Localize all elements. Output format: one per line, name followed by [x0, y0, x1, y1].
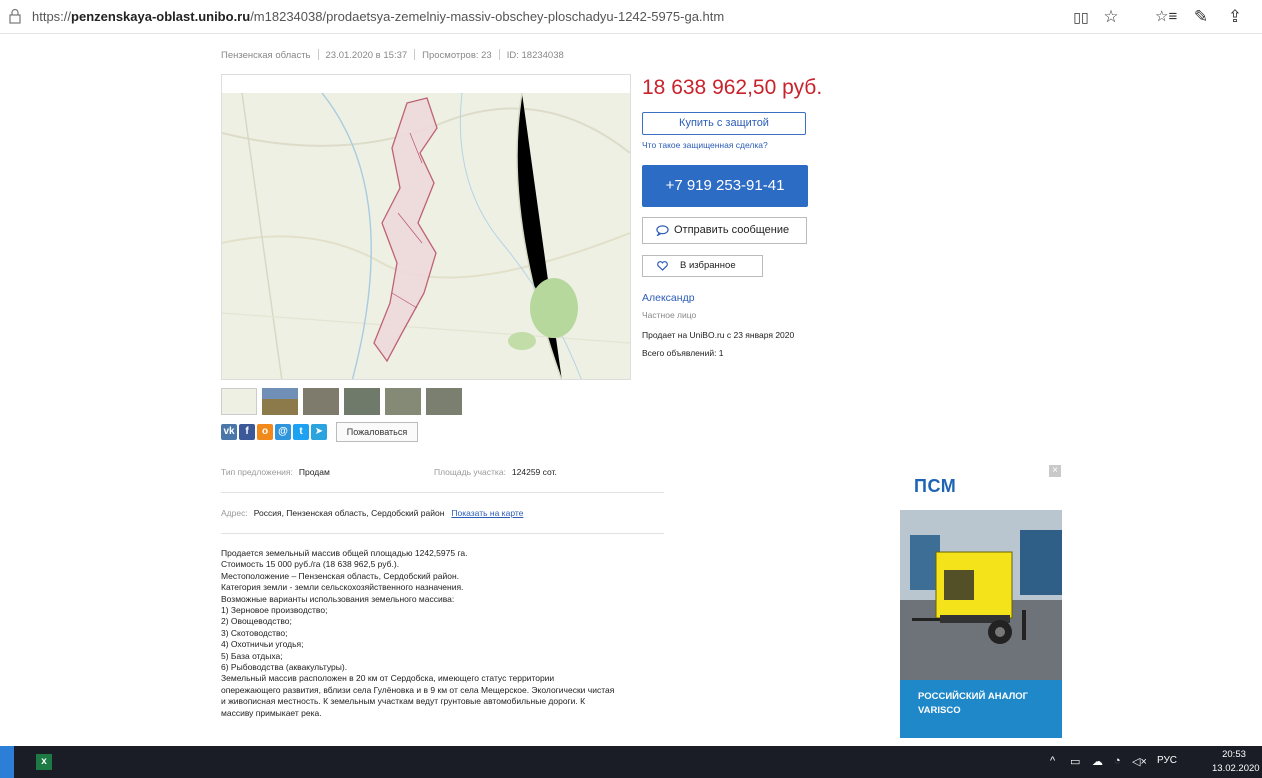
wifi-icon[interactable]: ◔	[1114, 755, 1121, 767]
telegram-icon[interactable]: ➤	[311, 424, 327, 440]
ad-line-1: РОССИЙСКИЙ АНАЛОГ	[918, 691, 1029, 702]
offer-type-label: Тип предложения:	[221, 467, 293, 477]
language-indicator[interactable]: РУС	[1157, 755, 1177, 766]
address-value: Россия, Пензенская область, Сердобский р…	[253, 508, 445, 518]
ad-logo: ПСМ	[914, 476, 957, 496]
clock-date: 13.02.2020	[1212, 763, 1260, 774]
url-field[interactable]: https://penzenskaya-oblast.unibo.ru/m182…	[32, 9, 724, 24]
offer-type-value: Продам	[298, 467, 330, 477]
seller-listing-count: Всего объявлений: 1	[642, 348, 724, 358]
seller-type: Частное лицо	[642, 310, 697, 320]
ad-header: ПСМ	[900, 464, 1062, 510]
thumbnail-photo[interactable]	[344, 388, 380, 415]
thumbnail-map[interactable]	[221, 388, 257, 415]
area-row: Площадь участка: 124259 сот.	[434, 467, 557, 477]
share-icon[interactable]: ⇪	[1224, 6, 1246, 28]
send-message-label: Отправить сообщение	[674, 224, 790, 236]
meta-date: 23.01.2020 в 15:37	[325, 50, 408, 61]
description-line: Стоимость 15 000 руб./га (18 638 962,5 р…	[221, 559, 400, 570]
description-line: опережающего развития, вблизи села Гулён…	[221, 684, 615, 695]
vk-icon[interactable]: vk	[221, 424, 237, 440]
ad-banner[interactable]: ПСМ × РОССИЙСКИЙ АНАЛОГ VARISCO	[900, 464, 1062, 738]
onedrive-icon[interactable]: ☁	[1092, 755, 1103, 768]
description-line: массиву примыкает река.	[221, 707, 322, 718]
description-line: 1) Зерновое производство;	[221, 605, 328, 616]
ad-text: РОССИЙСКИЙ АНАЛОГ VARISCO	[918, 690, 1028, 718]
divider	[221, 533, 664, 534]
start-button[interactable]	[0, 746, 14, 778]
safe-deal-link[interactable]: Что такое защищенная сделка?	[642, 140, 768, 150]
address-row: Адрес: Россия, Пензенская область, Сердоб…	[221, 508, 523, 518]
area-label: Площадь участка:	[434, 467, 506, 477]
favorite-label: В избранное	[680, 260, 736, 271]
thumbnail-photo[interactable]	[262, 388, 298, 415]
send-message-button[interactable]: Отправить сообщение	[642, 217, 807, 244]
lock-icon	[9, 8, 21, 24]
clock[interactable]: 20:53 13.02.2020	[1212, 748, 1260, 776]
buy-protected-button[interactable]: Купить с защитой	[642, 112, 806, 135]
seller-since: Продает на UniBO.ru с 23 января 2020	[642, 330, 795, 340]
meta-region: Пензенская область	[221, 50, 311, 61]
battery-icon[interactable]: ▭	[1070, 755, 1080, 768]
thumbnail-photo[interactable]	[426, 388, 462, 415]
twitter-icon[interactable]: t	[293, 424, 309, 440]
chat-bubble-icon	[656, 225, 669, 236]
close-icon[interactable]: ×	[1049, 465, 1061, 477]
show-on-map-link[interactable]: Показать на карте	[451, 508, 523, 518]
description-line: и живописная местность. К земельным учас…	[221, 696, 586, 707]
taskbar: x ^ ▭ ☁ ◔ ◁× РУС 20:53 13.02.2020	[0, 746, 1262, 778]
tray-chevron-icon[interactable]: ^	[1050, 755, 1055, 767]
clock-time: 20:53	[1222, 749, 1246, 760]
description-line: 5) База отдыха;	[221, 650, 283, 661]
seller-name[interactable]: Александр	[642, 292, 695, 304]
description-line: Категория земли - земли сельскохозяйстве…	[221, 582, 464, 593]
thumbnail-photo[interactable]	[385, 388, 421, 415]
address-label: Адрес:	[221, 508, 248, 518]
map-image	[222, 93, 630, 379]
area-value: 124259 сот.	[511, 467, 557, 477]
excel-icon[interactable]: x	[36, 754, 52, 770]
meta-views: Просмотров: 23	[422, 50, 492, 61]
divider	[221, 492, 664, 493]
description-line: Продается земельный массив общей площадь…	[221, 548, 468, 558]
description: Продается земельный массив общей площадь…	[221, 548, 681, 719]
description-line: 2) Овощеводство;	[221, 616, 292, 627]
favorites-list-icon[interactable]: ☆≡	[1155, 6, 1177, 28]
description-line: Местоположение – Пензенская область, Сер…	[221, 570, 460, 581]
price: 18 638 962,50 руб.	[642, 76, 823, 99]
odnoklassniki-icon[interactable]: о	[257, 424, 273, 440]
add-favorite-button[interactable]: В избранное	[642, 255, 763, 277]
moimir-icon[interactable]: @	[275, 424, 291, 440]
pen-notes-icon[interactable]: ✎	[1190, 6, 1212, 28]
complain-button[interactable]: Пожаловаться	[336, 422, 418, 442]
listing-meta: Пензенская область 23.01.2020 в 15:37 Прос…	[221, 49, 564, 61]
thumbnail-photo[interactable]	[303, 388, 339, 415]
description-line: Земельный массив расположен в 20 км от С…	[221, 673, 555, 684]
description-line: Возможные варианты использования земельн…	[221, 593, 455, 604]
heart-icon	[657, 261, 668, 271]
description-line: 4) Охотничьи угодья;	[221, 639, 304, 650]
ad-line-2: VARISCO	[918, 705, 961, 716]
description-line: 6) Рыбоводства (аквакультуры).	[221, 662, 348, 673]
volume-icon[interactable]: ◁×	[1132, 755, 1147, 768]
offer-type-row: Тип предложения: Продам	[221, 467, 330, 477]
description-line: 3) Скотоводство;	[221, 627, 288, 638]
browser-address-bar: https://penzenskaya-oblast.unibo.ru/m182…	[0, 0, 1262, 34]
meta-id: ID: 18234038	[506, 50, 564, 61]
star-favorite-icon[interactable]: ☆	[1100, 6, 1122, 28]
reading-view-icon[interactable]: ▯▯	[1070, 6, 1092, 28]
main-photo[interactable]	[221, 74, 631, 380]
ad-product-image	[900, 510, 1062, 680]
facebook-icon[interactable]: f	[239, 424, 255, 440]
phone-button[interactable]: +7 919 253-91-41	[642, 165, 808, 207]
